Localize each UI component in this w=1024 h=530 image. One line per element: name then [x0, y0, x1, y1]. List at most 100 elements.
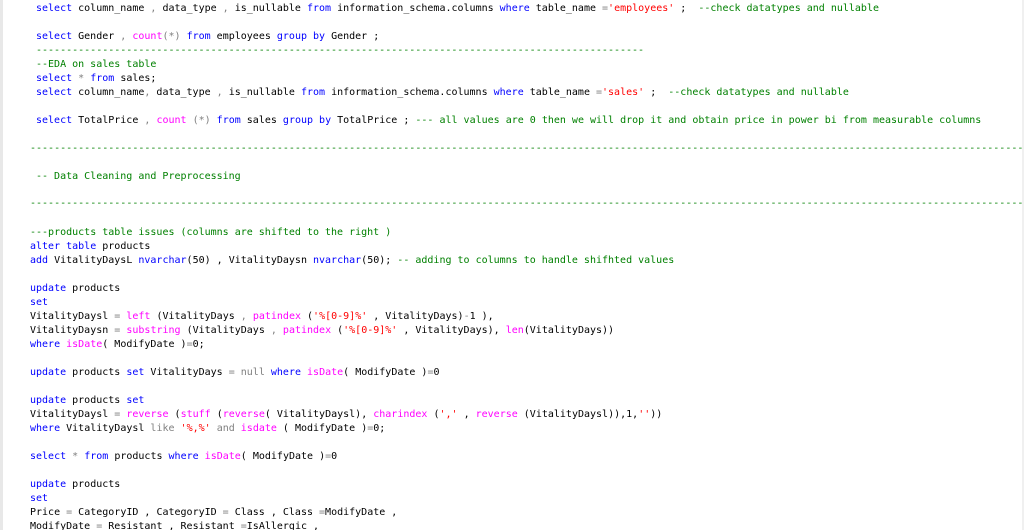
- code-token: , VitalityDays),: [397, 325, 506, 336]
- code-line[interactable]: ---products table issues (columns are sh…: [30, 226, 391, 239]
- code-line[interactable]: update products: [30, 478, 120, 491]
- code-token: stuff: [180, 409, 211, 420]
- code-line[interactable]: where isDate( ModifyDate )=0;: [30, 338, 205, 351]
- code-token: set: [126, 395, 145, 406]
- code-token: )): [650, 409, 663, 420]
- code-token: products: [66, 367, 127, 378]
- code-token: (: [427, 409, 440, 420]
- code-token: VitalityDays: [144, 367, 229, 378]
- code-line[interactable]: select column_name, data_type , is_nulla…: [36, 86, 849, 99]
- code-token: CategoryID , CategoryID: [72, 507, 223, 518]
- code-token: products: [108, 451, 169, 462]
- code-token: charindex: [373, 409, 428, 420]
- code-token: set: [126, 367, 145, 378]
- code-token: Price: [30, 507, 67, 518]
- code-line[interactable]: alter table products: [30, 240, 150, 253]
- code-area[interactable]: select column_name , data_type , is_null…: [0, 0, 1024, 530]
- code-token: , VitalityDays): [367, 311, 464, 322]
- code-token: alter table: [30, 241, 97, 252]
- code-line[interactable]: select * from sales;: [36, 72, 156, 85]
- code-token: where: [270, 367, 301, 378]
- code-token: TotalPrice: [72, 115, 145, 126]
- code-token: (VitalityDays)): [523, 325, 615, 336]
- code-token: ( ModifyDate ): [102, 339, 187, 350]
- code-token: '%,%': [180, 423, 211, 434]
- code-token: reverse: [475, 409, 518, 420]
- code-token: 1 ),: [469, 311, 494, 322]
- code-line[interactable]: ModifyDate = Resistant , Resistant =IsAl…: [30, 520, 319, 530]
- code-token: --check datatypes and nullable: [698, 3, 879, 14]
- code-token: ----------------------------------------…: [36, 45, 645, 56]
- code-token: ( ModifyDate ): [240, 451, 326, 462]
- code-token: data_type: [150, 87, 217, 98]
- code-token: ',': [439, 409, 458, 420]
- code-token: VitalityDaysl: [60, 423, 151, 434]
- code-token: where: [168, 451, 199, 462]
- code-token: information_schema.columns: [331, 3, 500, 14]
- code-line[interactable]: --EDA on sales table: [36, 58, 156, 71]
- code-token: isDate: [204, 451, 241, 462]
- code-line[interactable]: update products: [30, 282, 120, 295]
- code-token: Class , Class: [228, 507, 320, 518]
- code-line[interactable]: select Gender , count(*) from employees …: [36, 30, 379, 43]
- code-line[interactable]: update products set: [30, 394, 144, 407]
- code-token: (VitalityDays: [180, 325, 271, 336]
- code-line[interactable]: VitalityDaysn = substring (VitalityDays …: [30, 324, 614, 337]
- code-token: ( VitalityDaysl),: [264, 409, 374, 420]
- code-line[interactable]: ----------------------------------------…: [30, 142, 1023, 155]
- code-token: ( ModifyDate ): [343, 367, 428, 378]
- code-token: ---products table issues (columns are sh…: [30, 227, 392, 238]
- code-token: (50): [186, 255, 211, 266]
- code-token: -- Data Cleaning and Preprocessing: [36, 171, 241, 182]
- code-token: TotalPrice ;: [331, 115, 416, 126]
- code-token: products: [96, 241, 151, 252]
- code-line[interactable]: Price = CategoryID , CategoryID = Class …: [30, 506, 397, 519]
- code-line[interactable]: set: [30, 296, 48, 309]
- code-token: products: [66, 283, 121, 294]
- code-token: 0: [433, 367, 440, 378]
- sql-editor[interactable]: select column_name , data_type , is_null…: [0, 0, 1024, 530]
- code-line[interactable]: where VitalityDaysl like '%,%' and isdat…: [30, 422, 385, 435]
- code-token: -- adding to columns to handle shifhted …: [397, 255, 675, 266]
- code-token: add: [30, 255, 49, 266]
- code-token: substring: [126, 325, 181, 336]
- code-token: update: [30, 367, 67, 378]
- code-token: nvarchar: [313, 255, 362, 266]
- code-line[interactable]: ----------------------------------------…: [36, 44, 644, 57]
- code-line[interactable]: add VitalityDaysL nvarchar(50) , Vitalit…: [30, 254, 674, 267]
- code-token: column_name: [72, 87, 145, 98]
- code-token: (: [168, 409, 181, 420]
- code-line[interactable]: VitalityDaysl = reverse (stuff (reverse(…: [30, 408, 662, 421]
- code-token: --check datatypes and nullable: [668, 87, 849, 98]
- code-token: products: [66, 395, 127, 406]
- code-token: (: [210, 409, 223, 420]
- code-line[interactable]: select TotalPrice , count (*) from sales…: [36, 114, 981, 127]
- code-line[interactable]: select * from products where isDate( Mod…: [30, 450, 337, 463]
- code-line[interactable]: select column_name , data_type , is_null…: [36, 2, 879, 15]
- code-token: '%[0-9]%': [343, 325, 398, 336]
- code-line[interactable]: VitalityDaysl = left (VitalityDays , pat…: [30, 310, 494, 323]
- code-token: ,: [457, 409, 476, 420]
- code-token: Resistant , Resistant: [102, 521, 241, 530]
- code-token: --EDA on sales table: [36, 59, 157, 70]
- code-token: is_nullable: [222, 87, 301, 98]
- code-token: from: [90, 73, 115, 84]
- code-token: from: [186, 31, 211, 42]
- code-token: ----------------------------------------…: [30, 143, 1024, 154]
- code-token: count: [156, 115, 187, 126]
- code-token: patindex: [252, 311, 301, 322]
- code-token: (: [301, 311, 314, 322]
- code-token: null: [240, 367, 265, 378]
- code-token: 'sales': [602, 87, 645, 98]
- code-token: patindex: [282, 325, 332, 336]
- code-token: left: [126, 311, 151, 322]
- code-token: update: [30, 479, 67, 490]
- code-token: where: [493, 87, 524, 98]
- code-token: set: [30, 297, 49, 308]
- code-line[interactable]: set: [30, 492, 48, 505]
- code-token: 0;: [192, 339, 205, 350]
- code-token: table_name: [529, 3, 603, 14]
- code-line[interactable]: update products set VitalityDays = null …: [30, 366, 440, 379]
- code-line[interactable]: ----------------------------------------…: [30, 197, 1023, 210]
- code-line[interactable]: -- Data Cleaning and Preprocessing: [36, 170, 241, 183]
